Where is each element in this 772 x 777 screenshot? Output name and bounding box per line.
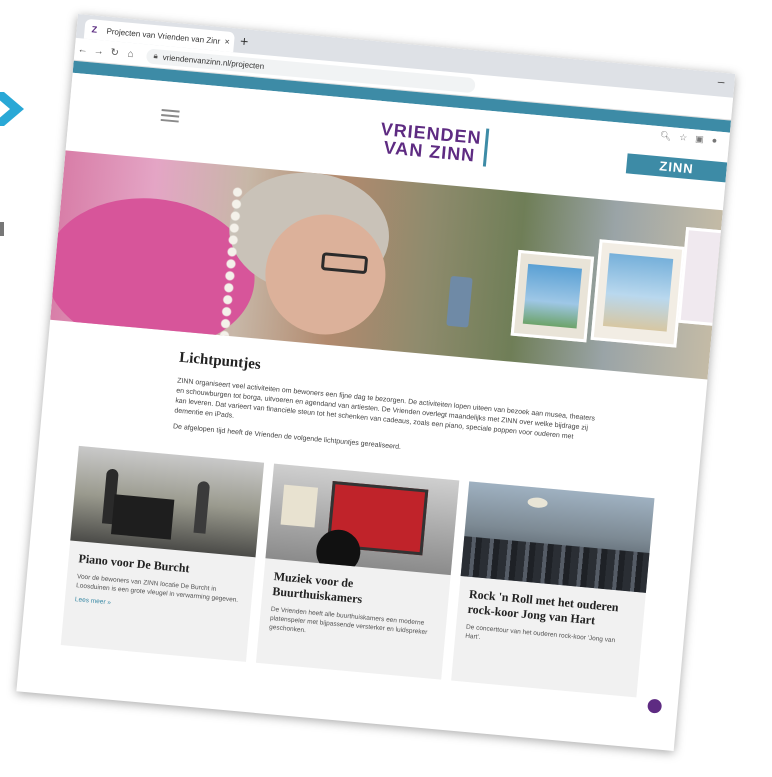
tab-close-icon[interactable]: ×	[220, 36, 235, 47]
extension-icon[interactable]: ▣	[695, 133, 704, 145]
zinn-link[interactable]: ZINN	[625, 153, 728, 183]
project-card[interactable]: Piano voor De Burcht Voor de bewoners va…	[60, 445, 265, 662]
vrienden-van-zinn-logo[interactable]: VRIENDEN VAN ZINN	[378, 119, 490, 167]
card-image-record-player	[265, 463, 460, 576]
decorative-dash	[0, 222, 4, 236]
forward-icon[interactable]: →	[90, 45, 107, 57]
reload-icon[interactable]: ↻	[106, 46, 123, 59]
project-card[interactable]: Muziek voor de Buurthuiskamers De Vriend…	[255, 463, 460, 680]
project-cards: Piano voor De Burcht Voor de bewoners va…	[60, 445, 655, 698]
project-card[interactable]: Rock 'n Roll met het ouderen rock-koor J…	[451, 481, 655, 698]
card-image-choir	[460, 481, 655, 593]
url-text: vriendenvanzinn.nl/projecten	[162, 52, 265, 71]
new-tab-button[interactable]: +	[240, 33, 250, 50]
hamburger-menu-icon[interactable]	[160, 108, 180, 123]
lock-icon: 🔒︎	[153, 51, 159, 61]
minimize-window-button[interactable]: –	[717, 74, 725, 89]
favicon-icon: Z	[91, 24, 98, 35]
home-icon[interactable]: ⌂	[122, 48, 139, 60]
bookmark-star-icon[interactable]: ☆	[679, 132, 688, 144]
zoom-icon[interactable]: 🔍︎	[659, 130, 671, 142]
chat-widget-icon[interactable]	[647, 698, 663, 714]
card-image-piano	[70, 445, 265, 558]
profile-icon[interactable]: ●	[711, 135, 717, 146]
browser-window: Z Projecten van Vrienden van Zinn × + – …	[16, 14, 736, 752]
decorative-chevron-icon	[0, 92, 24, 126]
logo-accent-bar	[482, 128, 490, 167]
back-icon[interactable]: ←	[74, 43, 91, 56]
